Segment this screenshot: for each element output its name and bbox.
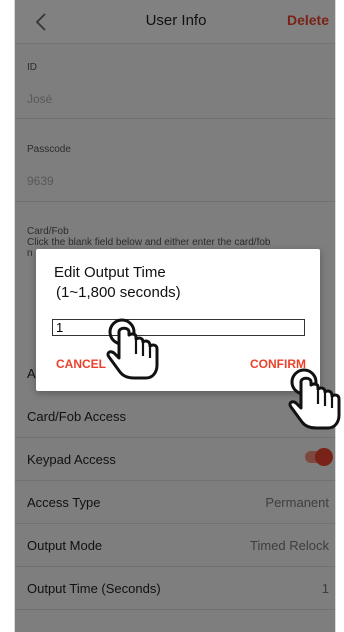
cancel-button[interactable]: CANCEL <box>56 357 106 371</box>
tap-hand-icon <box>106 318 159 380</box>
output-time-input[interactable]: 1 <box>52 319 305 336</box>
dialog-title: Edit Output Time <box>54 264 166 281</box>
dialog-subtitle: (1~1,800 seconds) <box>56 284 181 301</box>
tap-hand-icon <box>288 368 341 430</box>
edit-output-time-dialog: Edit Output Time (1~1,800 seconds) 1 CAN… <box>36 249 320 391</box>
